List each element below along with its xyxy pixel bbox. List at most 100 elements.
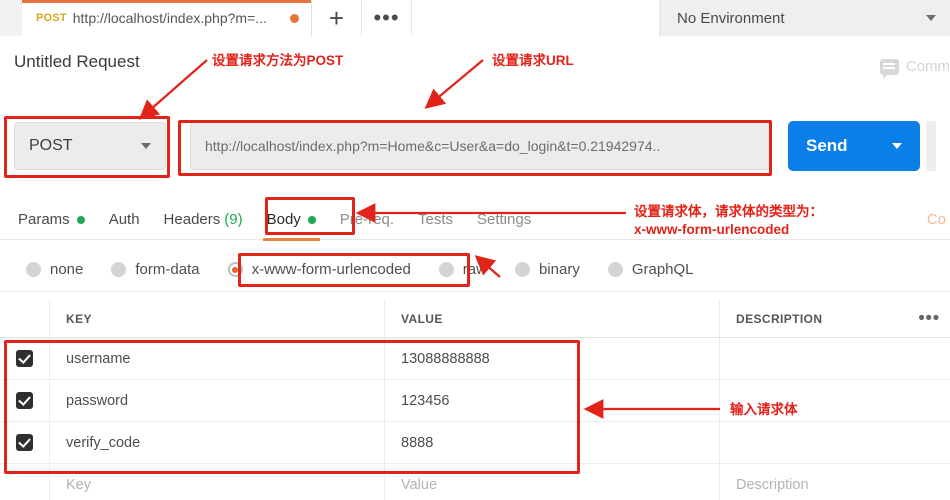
radio-icon	[438, 262, 454, 277]
row-key-text: password	[66, 392, 129, 409]
row-menu-cell	[908, 338, 950, 379]
tab-headers-label: Headers	[163, 211, 221, 228]
comments-button[interactable]: Comm	[879, 58, 950, 79]
tab-auth[interactable]: Auth	[97, 200, 152, 240]
tab-settings[interactable]: Settings	[465, 200, 543, 240]
empty-row-description-placeholder: Description	[736, 476, 809, 493]
environment-label: No Environment	[677, 9, 785, 27]
body-type-raw[interactable]: raw	[438, 261, 487, 278]
unsaved-dot-icon	[290, 13, 299, 23]
table-header-checkbox-cell	[0, 300, 50, 337]
row-value-text: 13088888888	[401, 350, 490, 367]
new-tab-button[interactable]: +	[312, 0, 362, 36]
table-header-row: KEY VALUE DESCRIPTION •••	[0, 300, 950, 338]
row-menu-cell	[908, 380, 950, 421]
comment-icon	[879, 58, 899, 79]
row-checkbox-cell[interactable]	[0, 380, 50, 421]
body-type-graphql-label: GraphQL	[631, 261, 694, 278]
chevron-down-icon	[926, 15, 936, 21]
body-type-form-data[interactable]: form-data	[111, 261, 200, 278]
empty-row-menu-cell	[908, 464, 950, 500]
table-row[interactable]: verify_code 8888	[0, 422, 950, 464]
request-tab[interactable]: POST http://localhost/index.php?m=...	[22, 0, 312, 36]
body-type-form-data-label: form-data	[135, 261, 200, 278]
environment-selector[interactable]: No Environment	[660, 0, 950, 36]
body-type-none-label: none	[50, 261, 84, 278]
row-checkbox-cell[interactable]	[0, 422, 50, 463]
table-row[interactable]: username 13088888888	[0, 338, 950, 380]
row-menu-cell	[908, 422, 950, 463]
tab-headers-count: (9)	[224, 211, 243, 228]
tab-pre-request-label: Pre-req.	[339, 211, 394, 228]
column-header-key: KEY	[66, 311, 92, 326]
table-header-description: DESCRIPTION	[720, 300, 908, 337]
row-description-cell[interactable]	[720, 338, 908, 379]
radio-icon	[607, 262, 623, 277]
chevron-down-icon	[141, 143, 151, 149]
row-value-cell[interactable]: 13088888888	[385, 338, 720, 379]
request-title-row: Untitled Request	[0, 36, 950, 88]
table-empty-row[interactable]: Key Value Description	[0, 464, 950, 500]
http-method-label: POST	[29, 137, 73, 154]
request-section-tabs: Params Auth Headers (9) Body Pre-req. Te…	[0, 200, 950, 241]
checkbox-checked-icon[interactable]	[16, 434, 33, 451]
tab-body[interactable]: Body	[255, 200, 328, 241]
checkbox-checked-icon[interactable]	[16, 392, 33, 409]
row-checkbox-cell[interactable]	[0, 338, 50, 379]
row-key-cell[interactable]: password	[50, 380, 385, 421]
tab-params[interactable]: Params	[6, 200, 97, 240]
radio-icon	[26, 262, 41, 277]
chevron-down-icon[interactable]	[892, 143, 902, 149]
tab-strip: POST http://localhost/index.php?m=... + …	[0, 0, 950, 36]
tab-tests[interactable]: Tests	[406, 200, 465, 240]
checkbox-checked-icon[interactable]	[16, 350, 33, 367]
table-header-key: KEY	[50, 300, 385, 337]
tab-strip-filler	[412, 0, 660, 36]
request-tab-method: POST	[36, 12, 67, 24]
send-label: Send	[806, 136, 848, 155]
tab-params-label: Params	[18, 211, 70, 228]
request-tab-url: http://localhost/index.php?m=...	[72, 10, 267, 26]
body-type-graphql[interactable]: GraphQL	[607, 261, 694, 278]
radio-icon	[111, 262, 127, 277]
empty-row-key-placeholder: Key	[66, 476, 91, 493]
row-value-cell[interactable]: 123456	[385, 380, 720, 421]
url-input[interactable]: http://localhost/index.php?m=Home&c=User…	[190, 122, 770, 170]
row-value-cell[interactable]: 8888	[385, 422, 720, 463]
row-description-cell[interactable]	[720, 422, 908, 463]
row-key-text: verify_code	[66, 434, 141, 451]
body-type-none[interactable]: none	[26, 261, 83, 278]
empty-row-key-cell[interactable]: Key	[50, 464, 385, 500]
body-type-urlencoded[interactable]: x-www-form-urlencoded	[227, 261, 411, 278]
row-value-text: 8888	[401, 434, 434, 451]
comments-label: Comm	[905, 58, 950, 75]
empty-row-description-cell[interactable]: Description	[720, 464, 908, 500]
tab-settings-label: Settings	[477, 211, 532, 228]
send-button[interactable]: Send	[788, 121, 920, 171]
tab-headers[interactable]: Headers (9)	[152, 200, 255, 240]
body-type-urlencoded-label: x-www-form-urlencoded	[251, 261, 411, 278]
http-method-dropdown[interactable]: POST	[14, 122, 166, 170]
status-dot-icon	[76, 215, 85, 224]
status-dot-icon	[307, 215, 316, 224]
body-type-binary[interactable]: binary	[514, 261, 580, 278]
tab-pre-request-script[interactable]: Pre-req.	[328, 200, 406, 240]
row-description-cell[interactable]	[720, 380, 908, 421]
row-value-text: 123456	[401, 392, 450, 409]
tab-more-button[interactable]: •••	[362, 0, 412, 36]
row-key-text: username	[66, 350, 131, 367]
row-key-cell[interactable]: verify_code	[50, 422, 385, 463]
cookies-link[interactable]: Co	[927, 211, 946, 228]
tab-tests-label: Tests	[417, 211, 453, 228]
radio-selected-icon	[227, 262, 243, 277]
table-row[interactable]: password 123456	[0, 380, 950, 422]
row-key-cell[interactable]: username	[50, 338, 385, 379]
plus-icon: +	[328, 3, 345, 33]
ellipsis-icon: •••	[918, 307, 940, 329]
table-bulk-edit-button[interactable]: •••	[908, 300, 950, 337]
page-title[interactable]: Untitled Request	[14, 52, 140, 72]
send-options-strip	[926, 121, 936, 171]
empty-row-value-cell[interactable]: Value	[385, 464, 720, 500]
radio-icon	[514, 262, 530, 277]
tab-auth-label: Auth	[108, 211, 140, 228]
